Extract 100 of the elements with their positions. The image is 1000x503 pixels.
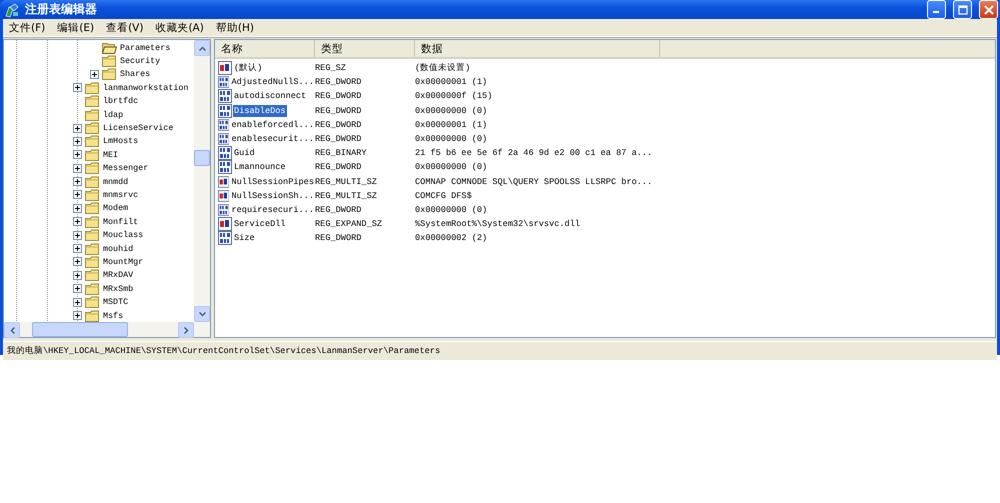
folder-icon [85, 135, 100, 148]
table-cell-text: 0x00000002 (2) [415, 233, 488, 244]
scrollbar-thumb[interactable] [32, 322, 128, 338]
menu-item[interactable]: 编辑(E) [57, 20, 94, 34]
tree-item[interactable]: lbrtfdc [103, 95, 138, 108]
expand-icon[interactable] [73, 83, 82, 92]
value-name[interactable]: DisableDos [233, 104, 287, 117]
tree-item[interactable]: MRxDAV [103, 269, 134, 282]
tree-item[interactable]: Security [120, 55, 160, 68]
table-cell-text: (数值未设置) [415, 62, 472, 74]
table-cell-text: REG_DWORD [315, 204, 362, 215]
expand-icon[interactable] [73, 177, 82, 186]
window-title: 注册表编辑器 [25, 1, 98, 18]
string-value-icon [218, 61, 232, 76]
column-header[interactable]: 类型 [315, 40, 415, 57]
expand-icon[interactable] [73, 284, 82, 294]
tree-item[interactable]: mnmsrvc [103, 188, 138, 201]
expand-icon[interactable] [73, 217, 82, 226]
tree-item[interactable]: Shares [120, 68, 150, 80]
menu-item[interactable]: 收藏夹(A) [155, 20, 204, 34]
table-cell-text: %SystemRoot%\System32\srvsvc.dll [415, 219, 582, 230]
value-name[interactable]: autodisconnect [233, 90, 308, 102]
expand-icon[interactable] [73, 136, 82, 146]
folder-icon [85, 256, 100, 268]
tree-item[interactable]: Mouclass [103, 229, 144, 242]
value-name[interactable]: requiresecuri... [230, 204, 315, 216]
tree-item[interactable]: MountMgr [103, 256, 144, 268]
value-name[interactable]: Guid [233, 147, 256, 160]
maximize-button[interactable] [953, 0, 972, 19]
column-header[interactable]: 名称 [215, 40, 315, 57]
expand-icon[interactable] [73, 124, 82, 133]
table-cell-text: REG_MULTI_SZ [315, 176, 378, 187]
table-cell-text: REG_DWORD [315, 233, 362, 244]
tree-item[interactable]: mouhid [103, 242, 134, 255]
tree-item[interactable]: lanmanworkstation [103, 82, 188, 94]
folder-icon [85, 242, 100, 255]
folder-icon [85, 296, 100, 308]
value-name[interactable]: ServiceDll [233, 218, 287, 230]
folder-icon [85, 282, 100, 295]
minimize-button[interactable] [927, 0, 946, 19]
value-name[interactable]: enablesecurit... [230, 133, 315, 146]
value-name[interactable]: NullSessionPipes [230, 176, 315, 188]
maximize-icon [958, 4, 968, 14]
expand-icon[interactable] [73, 204, 82, 213]
tree-item[interactable]: Monfilt [103, 216, 138, 228]
folder-icon [85, 148, 100, 161]
tree-item[interactable]: Modem [103, 202, 128, 214]
table-cell-text: REG_DWORD [315, 134, 362, 144]
registry-editor-icon [4, 2, 20, 18]
scrollbar-thumb[interactable] [194, 150, 210, 166]
tree-item[interactable]: MRxSmb [103, 282, 134, 295]
table-cell-text: REG_DWORD [315, 162, 362, 172]
menu-item[interactable]: 文件(F) [9, 20, 46, 34]
scroll-right-button[interactable] [178, 322, 194, 338]
expand-icon[interactable] [73, 257, 82, 266]
string-value-icon [218, 174, 230, 189]
string-value-icon [218, 217, 232, 232]
status-path: 我的电脑\HKEY_LOCAL_MACHINE\SYSTEM\CurrentControlSet\Services\LanmanServer\Parameters [7, 345, 440, 358]
menu-item[interactable]: 查看(V) [106, 20, 144, 34]
scroll-left-button[interactable] [4, 322, 20, 338]
value-name[interactable]: enableforcedl... [230, 118, 315, 131]
tree-item[interactable]: ldap [103, 108, 124, 121]
tree-item[interactable]: LmHosts [103, 135, 138, 148]
close-button[interactable] [979, 0, 998, 19]
table-cell-text: REG_DWORD [315, 120, 362, 130]
scroll-down-button[interactable] [194, 306, 210, 322]
expand-icon[interactable] [73, 150, 82, 160]
folder-icon [85, 216, 100, 228]
expand-icon[interactable] [73, 164, 82, 173]
tree-item[interactable]: Messenger [103, 162, 148, 174]
menu-item[interactable]: 帮助(H) [216, 20, 254, 34]
table-cell-text: REG_DWORD [315, 106, 362, 116]
expand-icon[interactable] [90, 70, 99, 79]
value-name[interactable]: NullSessionSh... [230, 190, 315, 202]
value-name[interactable]: Lmannounce [233, 161, 287, 174]
table-cell-text: COMCFG DFS$ [415, 190, 473, 201]
value-name[interactable]: AdjustedNullS... [230, 76, 315, 88]
table-cell-text: REG_EXPAND_SZ [315, 219, 384, 230]
expand-icon[interactable] [73, 190, 82, 200]
tree-item[interactable]: Msfs [103, 310, 124, 322]
table-cell-text: 0x00000001 (1) [415, 77, 488, 88]
expand-icon[interactable] [73, 270, 82, 280]
value-name[interactable]: Size [233, 232, 256, 244]
expand-icon[interactable] [73, 298, 82, 307]
expand-icon[interactable] [73, 311, 82, 320]
expand-icon[interactable] [73, 244, 82, 254]
tree-item[interactable]: mnmdd [103, 176, 128, 188]
tree-item[interactable]: MEI [103, 148, 118, 161]
expand-icon[interactable] [73, 230, 82, 240]
tree-item[interactable]: LicenseService [103, 122, 174, 134]
folder-icon [85, 82, 100, 94]
tree-item[interactable]: Parameters [120, 42, 170, 54]
value-name[interactable]: (默认) [233, 62, 264, 74]
table-cell-text: 21 f5 b6 ee 5e 6f 2a 46 9d e2 00 c1 ea 87 a... [415, 148, 654, 158]
tree-item[interactable]: MSDTC [103, 296, 128, 308]
binary-value-icon [218, 89, 232, 104]
folder-icon [85, 108, 100, 121]
column-header[interactable]: 数据 [415, 40, 660, 57]
scroll-up-button[interactable] [194, 40, 210, 56]
binary-value-icon [218, 160, 232, 174]
